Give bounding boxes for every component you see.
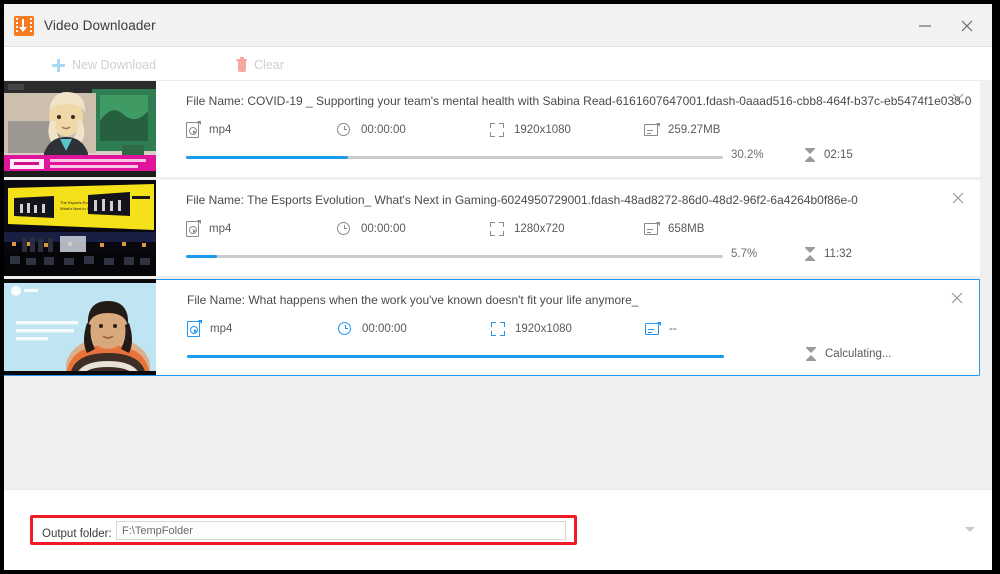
file-format-icon xyxy=(187,320,202,337)
duration-value: 00:00:00 xyxy=(361,124,406,136)
video-thumbnail xyxy=(4,279,156,375)
window-title: Video Downloader xyxy=(44,18,156,33)
new-download-label: New Download xyxy=(72,58,157,72)
progress-bar xyxy=(186,156,723,159)
eta-value: Calculating... xyxy=(825,348,892,360)
eta-value: 11:32 xyxy=(824,248,852,260)
progress-fill xyxy=(186,156,349,159)
footer-bar: Output folder: Cancel xyxy=(4,489,992,570)
progress-bar xyxy=(187,355,724,358)
resolution-cell: 1920x1080 xyxy=(490,121,571,139)
resolution-value: 1920x1080 xyxy=(515,323,572,335)
format-cell: mp4 xyxy=(186,220,231,238)
table-row[interactable]: File Name: What happens when the work yo… xyxy=(4,279,980,376)
output-folder-label: Output folder: xyxy=(42,528,112,540)
crop-frame-icon xyxy=(490,222,505,236)
folder-icon xyxy=(644,123,660,137)
eta-cell: Calculating... xyxy=(806,347,891,361)
resolution-cell: 1920x1080 xyxy=(491,320,572,338)
remove-download-button[interactable] xyxy=(949,290,965,306)
folder-icon xyxy=(645,322,661,336)
duration-value: 00:00:00 xyxy=(361,223,406,235)
clock-icon xyxy=(337,122,352,138)
duration-cell: 00:00:00 xyxy=(338,320,407,338)
clear-label: Clear xyxy=(254,58,284,72)
clock-icon xyxy=(338,321,353,337)
resolution-value: 1920x1080 xyxy=(514,124,571,136)
video-downloader-window: Video Downloader New Download Clear File… xyxy=(4,4,992,570)
hourglass-icon xyxy=(805,148,815,162)
progress-fill xyxy=(187,355,724,358)
hourglass-icon xyxy=(806,347,816,361)
remove-download-button[interactable] xyxy=(950,91,966,107)
chevron-down-icon[interactable] xyxy=(965,527,975,532)
format-cell: mp4 xyxy=(187,320,232,338)
title-bar: Video Downloader xyxy=(4,4,992,47)
file-name: File Name: COVID-19 _ Supporting your te… xyxy=(186,94,972,108)
duration-cell: 00:00:00 xyxy=(337,220,406,238)
resolution-cell: 1280x720 xyxy=(490,220,565,238)
progress-fill xyxy=(186,255,217,258)
eta-value: 02:15 xyxy=(824,149,853,161)
file-format-icon xyxy=(186,121,201,138)
progress-bar xyxy=(186,255,723,258)
trash-icon xyxy=(236,57,247,72)
size-value: 658MB xyxy=(668,223,705,235)
row-details: File Name: The Esports Evolution_ What's… xyxy=(156,180,980,276)
video-thumbnail xyxy=(4,81,156,177)
clock-icon xyxy=(337,221,352,237)
progress-percent: 5.7% xyxy=(731,248,758,260)
file-name: File Name: The Esports Evolution_ What's… xyxy=(186,193,858,207)
table-row[interactable]: File Name: COVID-19 _ Supporting your te… xyxy=(4,81,980,178)
plus-icon xyxy=(52,58,65,72)
file-format-icon xyxy=(186,220,201,237)
close-button[interactable] xyxy=(952,14,982,38)
hourglass-icon xyxy=(805,247,815,261)
size-value: 259.27MB xyxy=(668,124,721,136)
file-name: File Name: What happens when the work yo… xyxy=(187,293,639,307)
remove-download-button[interactable] xyxy=(950,190,966,206)
toolbar: New Download Clear xyxy=(4,47,992,81)
size-value: -- xyxy=(669,323,677,335)
crop-frame-icon xyxy=(491,322,506,336)
video-download-icon xyxy=(14,16,34,36)
duration-cell: 00:00:00 xyxy=(337,121,406,139)
row-details: File Name: COVID-19 _ Supporting your te… xyxy=(156,81,980,177)
resolution-value: 1280x720 xyxy=(514,223,565,235)
row-details: File Name: What happens when the work yo… xyxy=(157,280,979,376)
format-value: mp4 xyxy=(210,323,233,335)
output-folder-input[interactable] xyxy=(116,521,566,540)
size-cell: -- xyxy=(645,320,677,338)
format-cell: mp4 xyxy=(186,121,231,139)
video-thumbnail: The Esports Evolution: What's Next in Ga… xyxy=(4,180,156,276)
clear-button[interactable]: Clear xyxy=(236,55,284,75)
table-row[interactable]: The Esports Evolution: What's Next in Ga… xyxy=(4,180,980,277)
download-list: File Name: COVID-19 _ Supporting your te… xyxy=(4,81,992,489)
crop-frame-icon xyxy=(490,123,505,137)
size-cell: 658MB xyxy=(644,220,704,238)
format-value: mp4 xyxy=(209,124,232,136)
folder-icon xyxy=(644,222,660,236)
duration-value: 00:00:00 xyxy=(362,323,407,335)
format-value: mp4 xyxy=(209,223,232,235)
eta-cell: 11:32 xyxy=(805,247,852,261)
minimize-button[interactable] xyxy=(910,14,940,38)
size-cell: 259.27MB xyxy=(644,121,720,139)
new-download-button[interactable]: New Download xyxy=(52,55,156,75)
eta-cell: 02:15 xyxy=(805,148,853,162)
progress-percent: 30.2% xyxy=(731,149,764,161)
